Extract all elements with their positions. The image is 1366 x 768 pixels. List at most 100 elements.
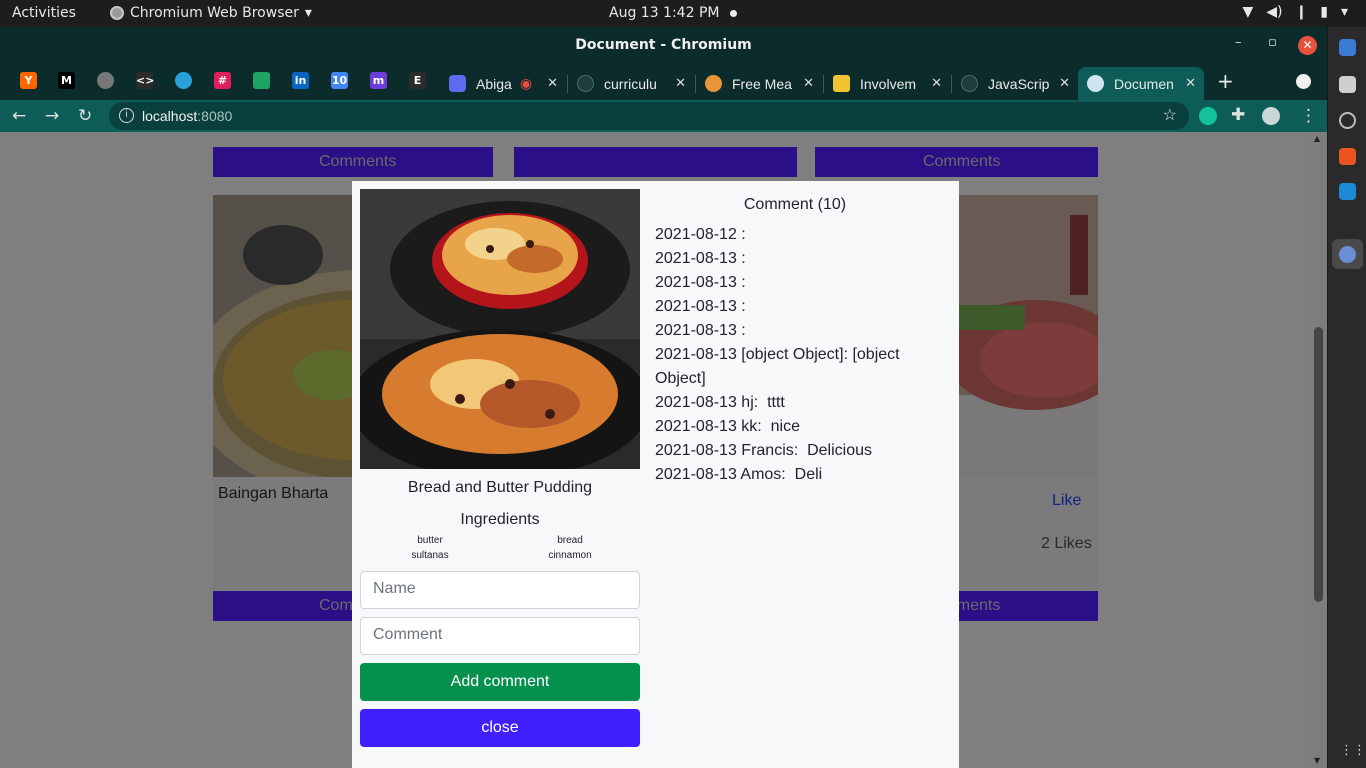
comment-date: 2021-08-12 (655, 226, 737, 243)
comments-button[interactable]: Comments (213, 147, 493, 177)
pinned-tab-globe[interactable] (97, 72, 114, 89)
page-viewport: Comments Comments Baingan Bharta Like 2 … (0, 132, 1327, 768)
comment-text: kk: nice (736, 418, 800, 435)
window-title: Document - Chromium (575, 37, 752, 53)
recording-dot-icon (730, 10, 737, 17)
comment-row: 2021-08-13 : (655, 271, 945, 295)
show-apps-icon[interactable]: ⋮⋮⋮ (1340, 743, 1366, 758)
tab-free-meal[interactable]: Free Mea ✕ (696, 67, 822, 100)
app-menu[interactable]: Chromium Web Browser ▾ (110, 5, 312, 21)
add-comment-button[interactable]: Add comment (360, 663, 640, 701)
tab-curriculum[interactable]: curriculu ✕ (568, 67, 694, 100)
tab-abiga[interactable]: Abiga ◉ ✕ (440, 67, 566, 100)
pinned-tab-miro[interactable]: m (370, 72, 387, 89)
comment-row: 2021-08-13 kk: nice (655, 415, 945, 439)
browser-toolbar: ← → ↻ i localhost:8080 ☆ ✚ ⋮ (0, 100, 1327, 132)
extensions-puzzle-icon[interactable]: ✚ (1231, 105, 1245, 125)
page-scrollbar[interactable]: ▲ ▼ (1311, 132, 1327, 768)
clock[interactable]: Aug 13 1:42 PM (609, 5, 719, 21)
vscode-app-icon[interactable] (1339, 183, 1356, 200)
name-input[interactable]: Name (360, 571, 640, 609)
comments-button[interactable] (514, 147, 797, 177)
pinned-tab-drive[interactable] (253, 72, 270, 89)
minimize-icon[interactable]: – (1235, 35, 1242, 50)
settings-app-icon[interactable] (1339, 112, 1356, 129)
address-bar[interactable]: i localhost:8080 ☆ (109, 102, 1189, 130)
tab-title: Free Mea (732, 75, 792, 92)
tab-javascript[interactable]: JavaScrip ✕ (952, 67, 1078, 100)
comments-list: 2021-08-12 : 2021-08-13 : 2021-08-13 : 2… (655, 223, 945, 487)
browser-menu-icon[interactable]: ⋮ (1300, 106, 1317, 126)
tab-search-icon[interactable] (1296, 74, 1311, 89)
comments-heading: Comment (10) (743, 196, 847, 213)
forward-icon[interactable]: → (45, 106, 59, 126)
video-call-icon (449, 75, 466, 92)
close-window-button[interactable]: ✕ (1298, 36, 1317, 55)
close-tab-icon[interactable]: ✕ (675, 75, 686, 91)
chromium-icon (110, 6, 124, 20)
pinned-tab-calendar[interactable]: 10 (331, 72, 348, 89)
chevron-down-icon: ▾ (304, 5, 312, 21)
pinned-tab-microverse[interactable]: M (58, 72, 75, 89)
close-modal-button[interactable]: close (360, 709, 640, 747)
messages-app-icon[interactable] (1339, 39, 1356, 56)
close-tab-icon[interactable]: ✕ (1185, 75, 1196, 91)
comments-button-label: Comments (923, 153, 1001, 170)
comment-text: Amos: Deli (736, 466, 823, 483)
pinned-tab-telegram[interactable] (175, 72, 192, 89)
comment-date: 2021-08-13 (655, 298, 737, 315)
comment-text: : (736, 274, 746, 291)
comment-text: : (736, 322, 746, 339)
system-tray[interactable]: ▼ ◀) ❙ ▮ ▾ (1243, 4, 1349, 20)
github-icon (961, 75, 978, 92)
comment-row: 2021-08-13 : (655, 319, 945, 343)
grammarly-extension-icon[interactable] (1199, 107, 1217, 125)
ingredient-item: sultanas (411, 550, 449, 561)
files-app-icon[interactable] (1339, 76, 1356, 93)
comment-date: 2021-08-13 (655, 442, 737, 459)
pinned-tab-slack[interactable]: # (214, 72, 231, 89)
comments-button[interactable]: Comments (815, 147, 1098, 177)
site-info-icon[interactable]: i (119, 108, 134, 123)
close-tab-icon[interactable]: ✕ (803, 75, 814, 91)
back-icon[interactable]: ← (12, 106, 26, 126)
comment-row: 2021-08-13 [object Object]: [object Obje… (655, 343, 945, 391)
ingredient-item: butter (417, 535, 443, 546)
ingredients-heading: Ingredients (460, 511, 540, 528)
new-tab-button[interactable]: + (1217, 69, 1234, 93)
comment-text: : (736, 298, 746, 315)
pinned-tab-code[interactable]: <> (136, 72, 154, 89)
comment-text: Francis: Delicious (736, 442, 872, 459)
software-app-icon[interactable] (1339, 148, 1356, 165)
tab-title: curriculu (604, 75, 657, 92)
pinned-tab-e[interactable]: E (409, 72, 426, 89)
address-url: localhost:8080 (142, 108, 232, 124)
tab-strip: Y M <> # in 10 m E Abiga ◉ ✕ curriculu ✕… (0, 63, 1327, 100)
reload-icon[interactable]: ↻ (78, 106, 92, 126)
maximize-icon[interactable]: ▫ (1268, 35, 1277, 50)
bookmark-star-icon[interactable]: ☆ (1163, 105, 1177, 125)
pinned-tab-linkedin[interactable]: in (292, 72, 309, 89)
tab-involvement[interactable]: Involvem ✕ (824, 67, 950, 100)
comment-row: 2021-08-13 hj: tttt (655, 391, 945, 415)
chromium-app-icon[interactable] (1339, 246, 1356, 263)
scroll-down-icon[interactable]: ▼ (1314, 756, 1320, 765)
chromium-window: Document - Chromium – ▫ ✕ Y M <> # in 10… (0, 27, 1327, 768)
comment-row: 2021-08-13 : (655, 295, 945, 319)
comment-input[interactable]: Comment (360, 617, 640, 655)
github-icon (577, 75, 594, 92)
globe-icon (1087, 75, 1104, 92)
close-tab-icon[interactable]: ✕ (931, 75, 942, 91)
activities-button[interactable]: Activities (12, 5, 76, 21)
close-tab-icon[interactable]: ✕ (547, 75, 558, 91)
profile-avatar[interactable] (1262, 107, 1280, 125)
recipe-modal: Bread and Butter Pudding Ingredients but… (352, 181, 959, 768)
comment-date: 2021-08-13 (655, 346, 737, 363)
tab-document[interactable]: Documen ✕ (1078, 67, 1204, 100)
scrollbar-thumb[interactable] (1314, 327, 1323, 602)
scroll-up-icon[interactable]: ▲ (1314, 134, 1320, 143)
comment-date: 2021-08-13 (655, 394, 737, 411)
pinned-tab-ycombinator[interactable]: Y (20, 72, 37, 89)
close-tab-icon[interactable]: ✕ (1059, 75, 1070, 91)
like-button[interactable]: Like (1052, 492, 1081, 510)
